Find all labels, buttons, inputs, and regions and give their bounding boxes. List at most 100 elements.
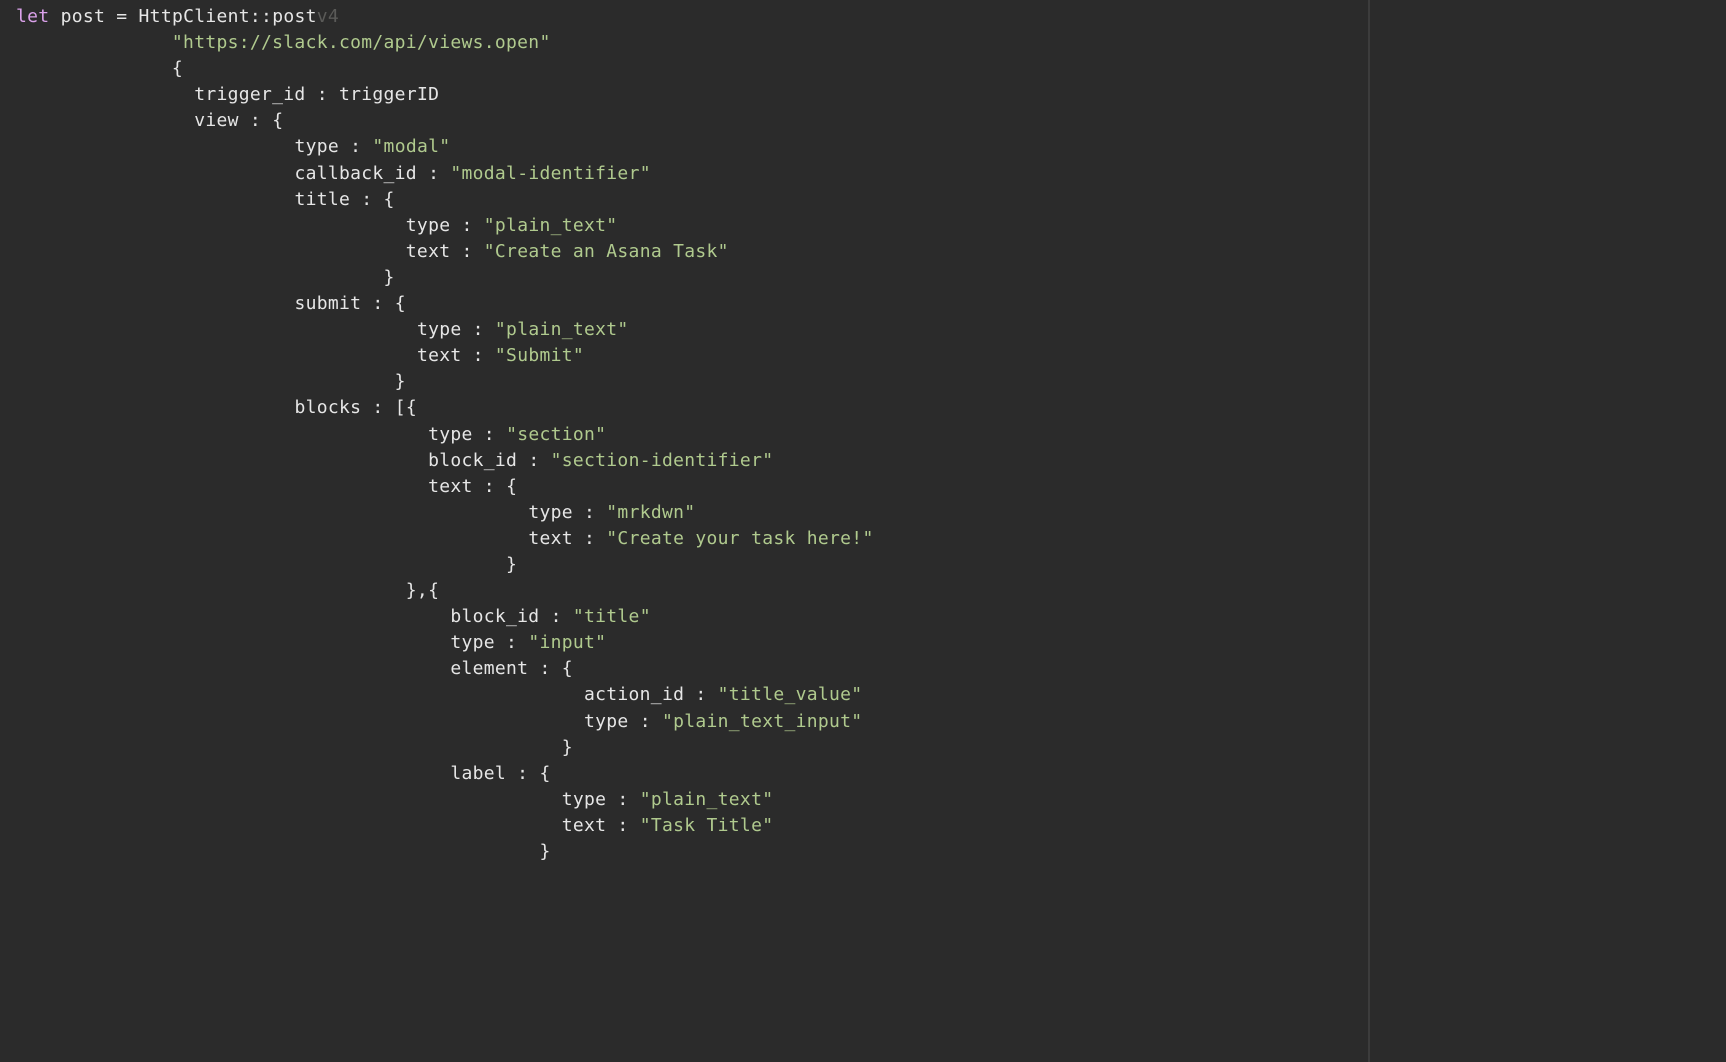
class-httpclient: HttpClient xyxy=(139,6,250,27)
code-line: text : { xyxy=(16,476,517,497)
colon: : xyxy=(473,345,484,366)
key-type: type xyxy=(428,424,473,445)
code-line: } xyxy=(16,841,551,862)
key-submit: submit xyxy=(294,293,361,314)
colon: : xyxy=(484,476,495,497)
colon: : xyxy=(617,789,628,810)
key-type: type xyxy=(294,136,339,157)
key-callback-id: callback_id xyxy=(294,163,417,184)
brace-open: { xyxy=(562,658,573,679)
keyword-let: let xyxy=(16,6,49,27)
code-line: type : "plain_text" xyxy=(16,789,773,810)
colon: : xyxy=(372,293,383,314)
code-line: title : { xyxy=(16,189,395,210)
key-text: text xyxy=(562,815,607,836)
code-line: let post = HttpClient::postv4 xyxy=(16,6,339,27)
key-view: view xyxy=(194,110,239,131)
colon: : xyxy=(317,84,328,105)
code-line: } xyxy=(16,267,395,288)
code-line: trigger_id : triggerID xyxy=(16,84,439,105)
code-line: label : { xyxy=(16,763,551,784)
method-post: post xyxy=(272,6,317,27)
colon: : xyxy=(361,189,372,210)
code-line: text : "Task Title" xyxy=(16,815,773,836)
code-line: type : "plain_text_input" xyxy=(16,711,862,732)
code-line: view : { xyxy=(16,110,283,131)
key-type: type xyxy=(417,319,462,340)
operator-equals: = xyxy=(116,6,127,27)
key-trigger-id: trigger_id xyxy=(194,84,305,105)
code-line: callback_id : "modal-identifier" xyxy=(16,163,651,184)
colon: : xyxy=(551,606,562,627)
string-modal: "modal" xyxy=(372,136,450,157)
colon: : xyxy=(617,815,628,836)
code-line: text : "Submit" xyxy=(16,345,584,366)
code-line: submit : { xyxy=(16,293,406,314)
key-text: text xyxy=(528,528,573,549)
code-line: text : "Create your task here!" xyxy=(16,528,874,549)
brace-close: } xyxy=(562,737,573,758)
key-action-id: action_id xyxy=(584,684,684,705)
ghost-text: v4 xyxy=(317,6,339,27)
brace-close: } xyxy=(539,841,550,862)
colon: : xyxy=(484,424,495,445)
key-type: type xyxy=(528,502,573,523)
brace-open: { xyxy=(384,189,395,210)
string-plaintext: "plain_text" xyxy=(640,789,774,810)
brace-open: { xyxy=(395,293,406,314)
colon: : xyxy=(250,110,261,131)
brace-close: } xyxy=(506,554,517,575)
code-line: blocks : [{ xyxy=(16,397,417,418)
key-type: type xyxy=(450,632,495,653)
string-task-title: "Task Title" xyxy=(640,815,774,836)
variable-post: post xyxy=(61,6,106,27)
string-title-text: "Create an Asana Task" xyxy=(484,241,729,262)
colon: : xyxy=(350,136,361,157)
key-label: label xyxy=(450,763,506,784)
code-line: },{ xyxy=(16,580,439,601)
code-line: } xyxy=(16,554,517,575)
brace-close: } xyxy=(384,267,395,288)
colon: : xyxy=(517,763,528,784)
colon: : xyxy=(462,241,473,262)
code-editor[interactable]: let post = HttpClient::postv4 "https://s… xyxy=(0,0,1726,869)
brace-close: } xyxy=(395,371,406,392)
key-title: title xyxy=(294,189,350,210)
string-submit: "Submit" xyxy=(495,345,584,366)
editor-ruler xyxy=(1368,0,1370,1062)
code-line: { xyxy=(16,58,183,79)
code-line: type : "plain_text" xyxy=(16,319,629,340)
colon: : xyxy=(584,502,595,523)
code-line: type : "plain_text" xyxy=(16,215,617,236)
string-plaintext: "plain_text" xyxy=(484,215,618,236)
string-section-id: "section-identifier" xyxy=(551,450,774,471)
string-create-task: "Create your task here!" xyxy=(606,528,873,549)
string-input: "input" xyxy=(528,632,606,653)
colon: : xyxy=(528,450,539,471)
string-mrkdwn: "mrkdwn" xyxy=(606,502,695,523)
value-triggerid: triggerID xyxy=(339,84,439,105)
string-callback: "modal-identifier" xyxy=(450,163,650,184)
brace-open: { xyxy=(506,476,517,497)
key-block-id: block_id xyxy=(450,606,539,627)
string-url: "https://slack.com/api/views.open" xyxy=(172,32,551,53)
brace-open: { xyxy=(539,763,550,784)
key-type: type xyxy=(406,215,451,236)
key-type: type xyxy=(562,789,607,810)
colon: : xyxy=(428,163,439,184)
key-text: text xyxy=(417,345,462,366)
colon: : xyxy=(584,528,595,549)
bracket-brace-open: [{ xyxy=(395,397,417,418)
code-line: "https://slack.com/api/views.open" xyxy=(16,32,551,53)
code-line: block_id : "title" xyxy=(16,606,651,627)
colon: : xyxy=(372,397,383,418)
string-plain-text-input: "plain_text_input" xyxy=(662,711,862,732)
code-line: text : "Create an Asana Task" xyxy=(16,241,729,262)
key-text: text xyxy=(406,241,451,262)
key-type: type xyxy=(584,711,629,732)
code-line: type : "section" xyxy=(16,424,606,445)
code-line: action_id : "title_value" xyxy=(16,684,862,705)
colon: : xyxy=(506,632,517,653)
key-text: text xyxy=(428,476,473,497)
string-plaintext: "plain_text" xyxy=(495,319,629,340)
